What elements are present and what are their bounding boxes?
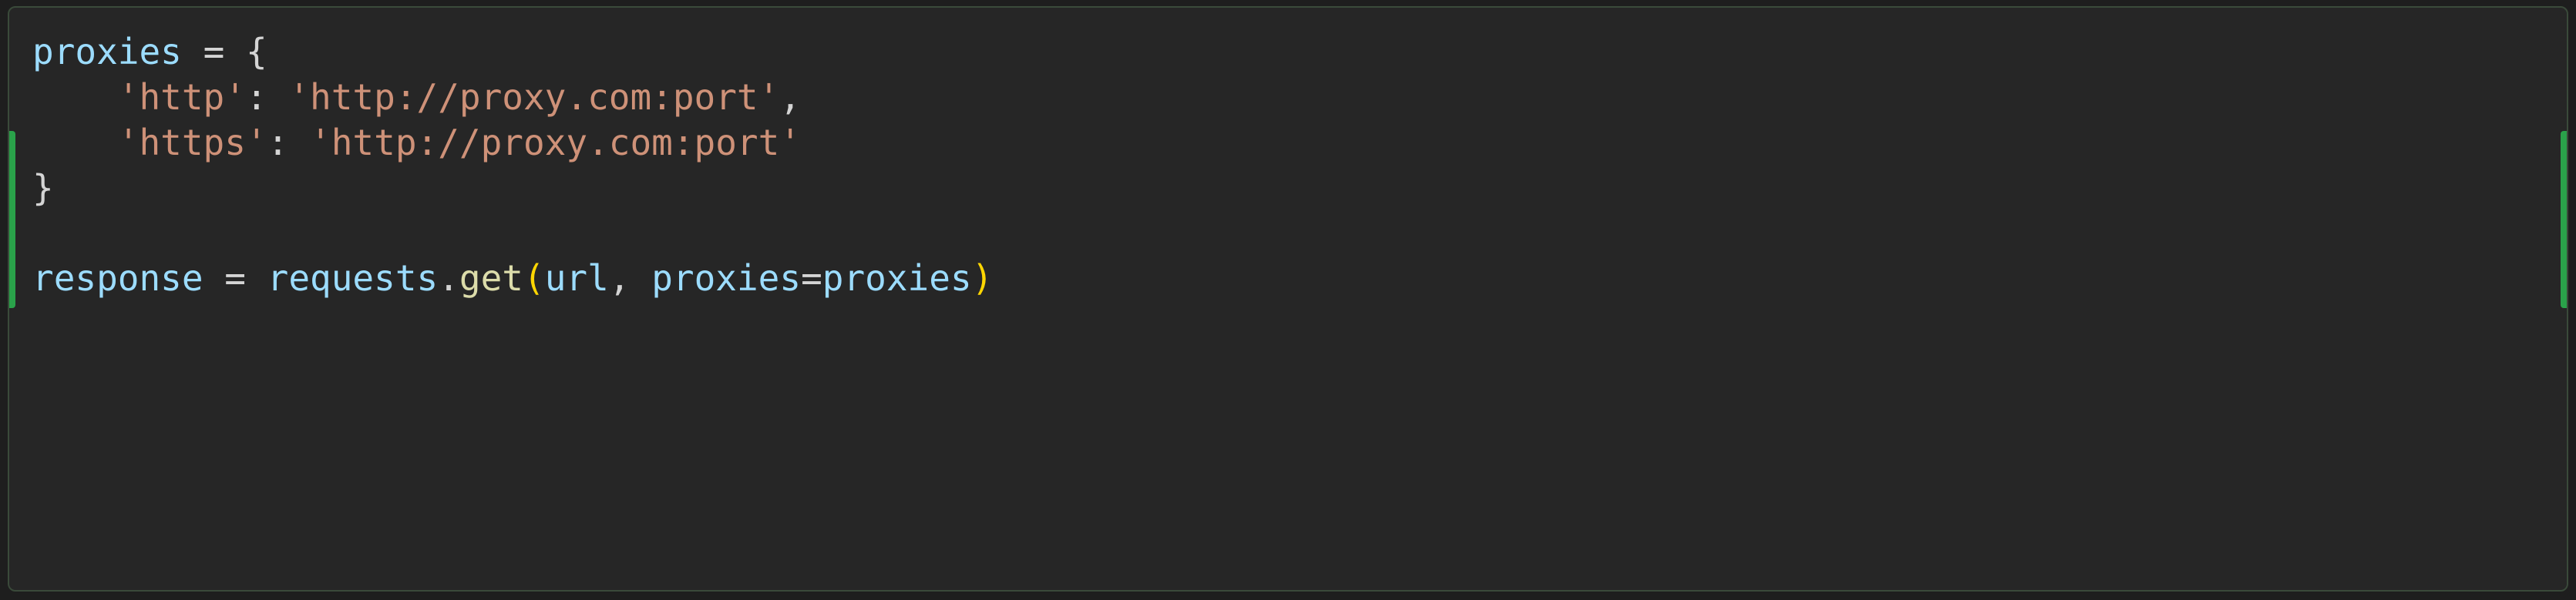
code-line: 'http': 'http://proxy.com:port', [32, 76, 801, 118]
token-operator: = [203, 257, 267, 299]
token-kwarg-name: proxies [651, 257, 801, 299]
token-colon: : [267, 122, 310, 163]
code-content[interactable]: proxies = { 'http': 'http://proxy.com:po… [9, 8, 2567, 323]
token-operator: = [182, 31, 246, 72]
code-line: response = requests.get(url, proxies=pro… [32, 257, 993, 299]
token-kwarg-eq: = [801, 257, 822, 299]
code-block: proxies = { 'http': 'http://proxy.com:po… [8, 6, 2568, 592]
diff-gutter-left [8, 131, 15, 308]
token-string-key: 'https' [118, 122, 267, 163]
code-line: 'https': 'http://proxy.com:port' [32, 122, 801, 163]
token-comma: , [779, 76, 801, 118]
token-brace-close: } [32, 167, 54, 209]
token-string-key: 'http' [118, 76, 246, 118]
token-indent [32, 76, 118, 118]
token-function: get [459, 257, 523, 299]
token-indent [32, 122, 118, 163]
code-line: proxies = { [32, 31, 267, 72]
token-paren-close: ) [972, 257, 994, 299]
token-argument: url [545, 257, 609, 299]
token-dot: . [438, 257, 459, 299]
token-paren-open: ( [523, 257, 545, 299]
token-brace-open: { [246, 31, 267, 72]
token-module: requests [267, 257, 439, 299]
diff-gutter-right [2561, 131, 2568, 308]
token-kwarg-value: proxies [822, 257, 972, 299]
code-line: } [32, 167, 54, 209]
token-arg-sep: , [609, 257, 651, 299]
token-colon: : [246, 76, 288, 118]
token-string-value: 'http://proxy.com:port' [288, 76, 779, 118]
token-variable: proxies [32, 31, 182, 72]
token-variable: response [32, 257, 203, 299]
token-string-value: 'http://proxy.com:port' [310, 122, 801, 163]
